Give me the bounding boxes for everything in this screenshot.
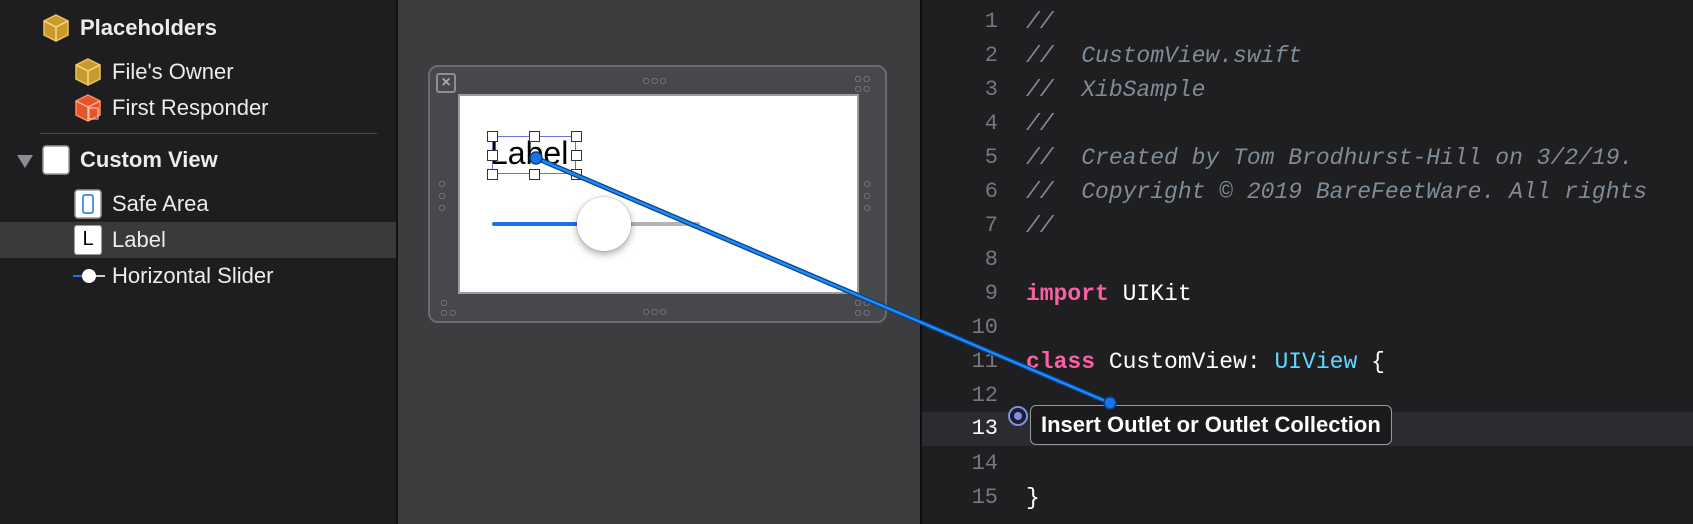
line-number: 3	[984, 77, 998, 102]
outline-item-safe-area[interactable]: Safe Area	[0, 186, 396, 222]
outline-item-horizontal-slider[interactable]: Horizontal Slider	[0, 258, 396, 294]
outline-item-label[interactable]: L Label	[0, 222, 396, 258]
document-outline: Placeholders File's Owner First Responde…	[0, 0, 398, 524]
resize-handle[interactable]	[571, 131, 582, 142]
code-token: CustomView:	[1095, 349, 1275, 375]
custom-view-content[interactable]: Label	[458, 94, 859, 294]
outline-label-files-owner: File's Owner	[112, 59, 234, 84]
code-text: // CustomView.swift	[1026, 39, 1302, 73]
outline-divider	[40, 133, 377, 134]
code-token: import	[1026, 281, 1109, 307]
first-responder-cube-icon	[75, 94, 101, 122]
resize-handle[interactable]	[571, 150, 582, 161]
code-token: // XibSample	[1026, 77, 1206, 103]
line-number: 14	[971, 451, 998, 476]
code-line[interactable]: 7 //	[922, 209, 1693, 243]
line-number: 5	[984, 145, 998, 170]
code-line[interactable]: 10	[922, 311, 1693, 345]
code-text: import UIKit	[1026, 277, 1192, 311]
outline-label-horizontal-slider: Horizontal Slider	[112, 263, 274, 288]
outline-label-first-responder: First Responder	[112, 95, 269, 120]
top-right-resize-grip-icon[interactable]: ○○ ○○	[854, 71, 871, 95]
code-token: {	[1357, 349, 1385, 375]
line-number: 1	[984, 9, 998, 34]
line-number: 11	[971, 349, 998, 374]
code-line[interactable]: 5 // Created by Tom Brodhurst-Hill on 3/2…	[922, 141, 1693, 175]
line-number: 13	[971, 416, 998, 441]
outline-label-placeholders: Placeholders	[80, 15, 217, 40]
code-line[interactable]: 9 import UIKit	[922, 277, 1693, 311]
code-token: // Created by Tom Brodhurst-Hill on 3/2/…	[1026, 145, 1634, 171]
ib-canvas[interactable]: × ○○○ ○○○ ○ ○ ○ ○ ○ ○ ○○ ○○ ○ ○○ ○○ ○○ Label	[398, 0, 922, 524]
code-text: // Created by Tom Brodhurst-Hill on 3/2/…	[1026, 141, 1633, 175]
files-owner-cube-icon	[75, 58, 101, 86]
resize-handle[interactable]	[529, 169, 540, 180]
outline-label-custom-view: Custom View	[80, 147, 218, 172]
code-token: //	[1026, 111, 1054, 137]
code-line[interactable]: 14	[922, 447, 1693, 481]
bottom-left-resize-grip-icon[interactable]: ○ ○○	[440, 295, 457, 319]
code-token: //	[1026, 213, 1054, 239]
bottom-resize-grip-icon[interactable]: ○○○	[642, 304, 667, 318]
label-icon: L	[74, 225, 102, 255]
resize-handle[interactable]	[487, 169, 498, 180]
placeholder-cube-icon	[43, 14, 69, 42]
code-line[interactable]: 2 // CustomView.swift	[922, 39, 1693, 73]
code-token: // CustomView.swift	[1026, 43, 1303, 69]
code-text: //	[1026, 107, 1054, 141]
resize-handle[interactable]	[529, 131, 540, 142]
code-token: UIView	[1274, 349, 1358, 375]
code-line[interactable]: 6 // Copyright © 2019 BareFeetWare. All r…	[922, 175, 1693, 209]
code-text: //	[1026, 209, 1054, 243]
outline-label-label: Label	[112, 227, 166, 252]
code-token: //	[1026, 9, 1054, 35]
code-text: // XibSample	[1026, 73, 1205, 107]
code-text: // Copyright © 2019 BareFeetWare. All ri…	[1026, 175, 1647, 209]
resize-handle[interactable]	[487, 150, 498, 161]
line-number: 12	[971, 383, 998, 408]
resize-handle[interactable]	[571, 169, 582, 180]
top-resize-grip-icon[interactable]: ○○○	[642, 73, 667, 87]
code-line[interactable]: 8	[922, 243, 1693, 277]
insert-outlet-tooltip: Insert Outlet or Outlet Collection	[1030, 405, 1392, 445]
line-number: 8	[984, 247, 998, 272]
outline-item-placeholders[interactable]: Placeholders	[0, 10, 396, 46]
code-token: // Copyright © 2019 BareFeetWare. All ri…	[1026, 179, 1648, 205]
resize-handle[interactable]	[487, 131, 498, 142]
code-token: class	[1026, 349, 1096, 375]
bottom-right-resize-grip-icon[interactable]: ○○ ○○	[854, 295, 871, 319]
code-token: }	[1026, 485, 1040, 511]
safe-area-icon	[74, 189, 102, 219]
right-resize-grip-icon[interactable]: ○ ○ ○	[863, 176, 873, 214]
code-line[interactable]: 1 //	[922, 5, 1693, 39]
outline-item-files-owner[interactable]: File's Owner	[0, 54, 396, 90]
line-number: 15	[971, 485, 998, 510]
outline-label-safe-area: Safe Area	[112, 191, 209, 216]
line-number: 2	[984, 43, 998, 68]
line-number: 10	[971, 315, 998, 340]
code-line[interactable]: 15}	[922, 481, 1693, 515]
slider-icon	[73, 269, 105, 283]
outline-item-first-responder[interactable]: First Responder	[0, 90, 396, 126]
left-resize-grip-icon[interactable]: ○ ○ ○	[438, 176, 448, 214]
line-number: 6	[984, 179, 998, 204]
code-line[interactable]: 3 // XibSample	[922, 73, 1693, 107]
disclosure-triangle-icon[interactable]	[16, 153, 34, 169]
view-icon	[42, 145, 70, 175]
code-token: UIKit	[1108, 281, 1192, 307]
line-number: 7	[984, 213, 998, 238]
code-text: //	[1026, 5, 1054, 39]
code-text: }	[1026, 481, 1040, 515]
custom-view-frame[interactable]: × ○○○ ○○○ ○ ○ ○ ○ ○ ○ ○○ ○○ ○ ○○ ○○ ○○ Label	[428, 65, 887, 323]
outlet-connection-icon[interactable]	[1008, 406, 1028, 426]
close-icon[interactable]: ×	[436, 73, 456, 93]
code-line[interactable]: 4 //	[922, 107, 1693, 141]
code-text: class CustomView: UIView {	[1026, 345, 1385, 379]
line-number: 4	[984, 111, 998, 136]
code-line[interactable]: 11 class CustomView: UIView {	[922, 345, 1693, 379]
line-number: 9	[984, 281, 998, 306]
slider-thumb[interactable]	[577, 197, 631, 251]
code-editor[interactable]: 1 // 2 // CustomView.swift 3 // XibSample 4 // 5…	[922, 0, 1693, 524]
outline-item-custom-view[interactable]: Custom View	[0, 142, 396, 178]
